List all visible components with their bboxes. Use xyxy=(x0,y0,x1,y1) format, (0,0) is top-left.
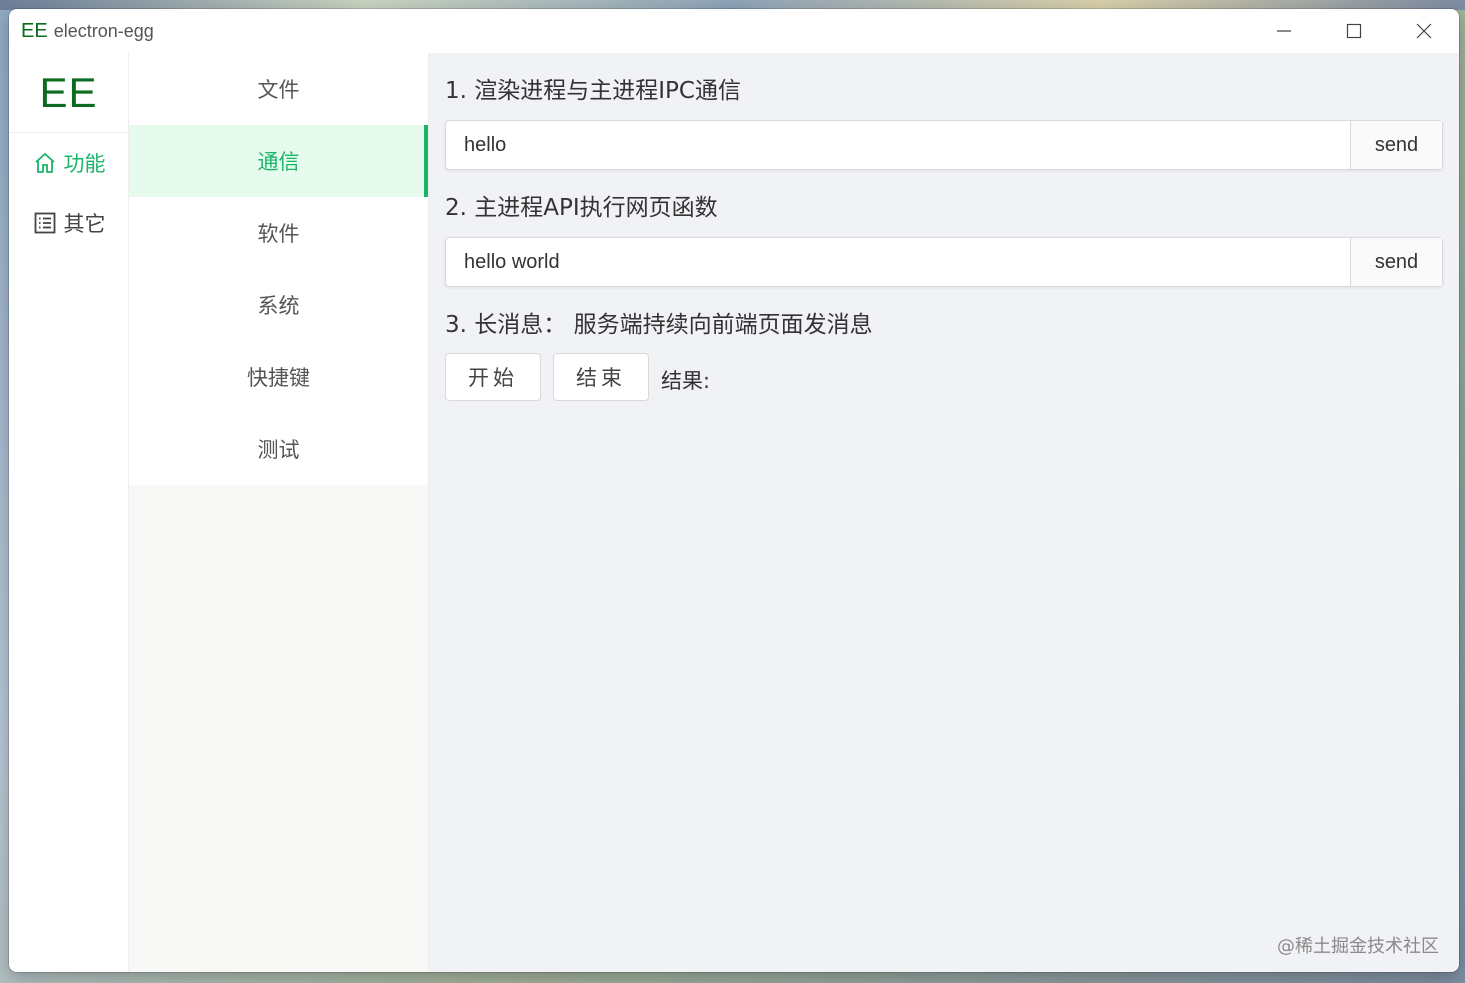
watermark: @稀土掘金技术社区 xyxy=(1277,936,1439,957)
sidebar-item-other[interactable]: 其它 xyxy=(9,193,128,253)
api-message-input[interactable] xyxy=(446,238,1350,286)
home-icon xyxy=(32,150,58,176)
submenu-item-communication[interactable]: 通信 xyxy=(129,125,428,197)
primary-sidebar: EE 功能 其它 xyxy=(9,53,129,972)
title-logo: EE xyxy=(21,19,48,42)
app-window: EE electron-egg EE 功能 其它 文件 通信 软件 系统 快捷键… xyxy=(9,9,1459,972)
api-input-group: send xyxy=(445,237,1443,287)
main-content: 1. 渲染进程与主进程IPC通信 send 2. 主进程API执行网页函数 se… xyxy=(429,53,1459,972)
minimize-icon xyxy=(1277,30,1291,32)
submenu-item-shortcuts[interactable]: 快捷键 xyxy=(129,341,428,413)
submenu-item-test[interactable]: 测试 xyxy=(129,413,428,485)
ipc-input-group: send xyxy=(445,120,1443,170)
maximize-button[interactable] xyxy=(1319,9,1389,53)
start-button[interactable]: 开始 xyxy=(445,353,541,401)
ipc-send-button[interactable]: send xyxy=(1350,121,1442,169)
section1-title: 1. 渲染进程与主进程IPC通信 xyxy=(445,78,741,104)
result-label: 结果: xyxy=(661,369,711,393)
list-icon xyxy=(32,210,58,236)
secondary-menu: 文件 通信 软件 系统 快捷键 测试 xyxy=(129,53,429,972)
minimize-button[interactable] xyxy=(1249,9,1319,53)
end-button[interactable]: 结束 xyxy=(553,353,649,401)
window-title: electron-egg xyxy=(53,20,154,41)
close-button[interactable] xyxy=(1389,9,1459,53)
api-send-button[interactable]: send xyxy=(1350,238,1442,286)
close-icon xyxy=(1416,23,1432,39)
maximize-icon xyxy=(1346,23,1362,39)
submenu-item-file[interactable]: 文件 xyxy=(129,53,428,125)
sidebar-item-label: 其它 xyxy=(63,212,106,236)
ipc-message-input[interactable] xyxy=(446,121,1350,169)
submenu-list: 文件 通信 软件 系统 快捷键 测试 xyxy=(129,53,428,485)
submenu-item-software[interactable]: 软件 xyxy=(129,197,428,269)
section2-title: 2. 主进程API执行网页函数 xyxy=(445,195,718,221)
title-bar[interactable]: EE electron-egg xyxy=(9,9,1459,53)
sidebar-item-features[interactable]: 功能 xyxy=(9,133,128,193)
window-controls xyxy=(1249,9,1459,53)
sidebar-logo: EE xyxy=(9,53,128,133)
sidebar-item-label: 功能 xyxy=(63,152,106,176)
section3-title: 3. 长消息： 服务端持续向前端页面发消息 xyxy=(445,312,873,338)
submenu-item-system[interactable]: 系统 xyxy=(129,269,428,341)
